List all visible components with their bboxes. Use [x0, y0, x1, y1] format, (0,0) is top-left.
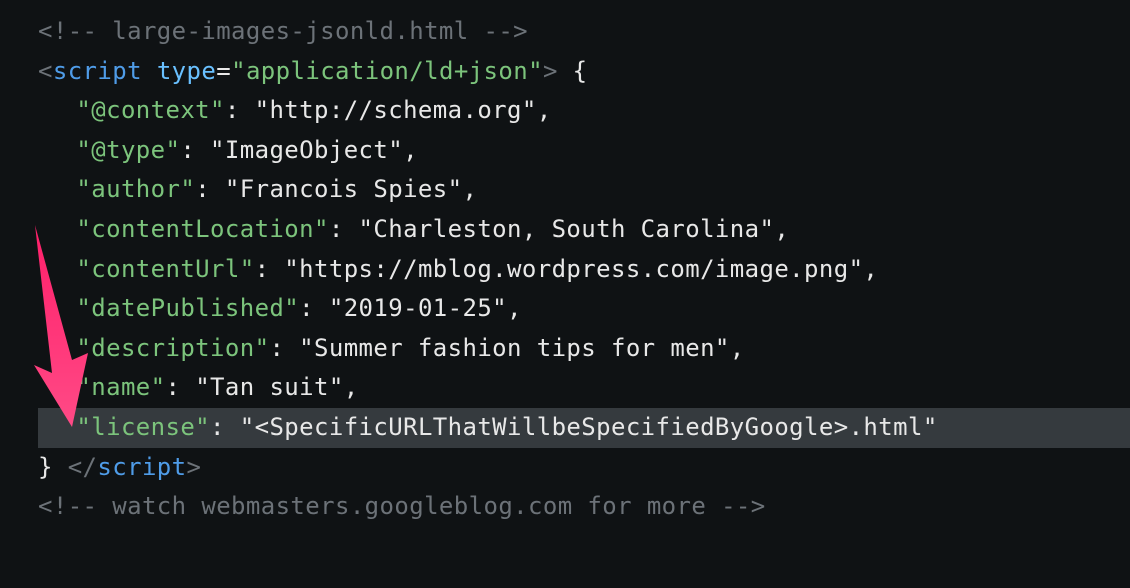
val-type: "ImageObject"	[210, 136, 403, 164]
highlighted-line: "license": "<SpecificURLThatWillbeSpecif…	[38, 408, 1130, 448]
key-contenturl: "contentUrl"	[76, 255, 254, 283]
attr-type: type	[157, 57, 216, 85]
arrow-icon	[30, 225, 100, 440]
key-type: "@type"	[76, 136, 180, 164]
key-context: "@context"	[76, 96, 225, 124]
brace-open: {	[558, 57, 588, 85]
angle-close-open: </	[68, 453, 98, 481]
brace-close: }	[38, 453, 68, 481]
attr-type-value: "application/ld+json"	[231, 57, 543, 85]
val-name: "Tan suit"	[195, 373, 344, 401]
val-license: "<SpecificURLThatWillbeSpecifiedByGoogle…	[240, 413, 938, 441]
script-tag-close: script	[97, 453, 186, 481]
key-description: "description"	[76, 334, 269, 362]
val-datepublished: "2019-01-25"	[329, 294, 507, 322]
key-datepublished: "datePublished"	[76, 294, 299, 322]
val-description: "Summer fashion tips for men"	[299, 334, 730, 362]
comment-bottom: <!-- watch webmasters.googleblog.com for…	[38, 492, 766, 520]
val-context: "http://schema.org"	[255, 96, 537, 124]
val-contentlocation: "Charleston, South Carolina"	[359, 215, 775, 243]
equals: =	[216, 57, 231, 85]
script-tag-open: script	[53, 57, 142, 85]
val-contenturl: "https://mblog.wordpress.com/image.png"	[284, 255, 863, 283]
angle-open: <	[38, 57, 53, 85]
comment-top: <!-- large-images-jsonld.html -->	[38, 17, 528, 45]
key-contentlocation: "contentLocation"	[76, 215, 328, 243]
angle-close: >	[543, 57, 558, 85]
angle-close: >	[187, 453, 202, 481]
val-author: "Francois Spies"	[225, 175, 463, 203]
code-block: <!-- large-images-jsonld.html --> <scrip…	[0, 0, 1130, 539]
key-author: "author"	[76, 175, 195, 203]
